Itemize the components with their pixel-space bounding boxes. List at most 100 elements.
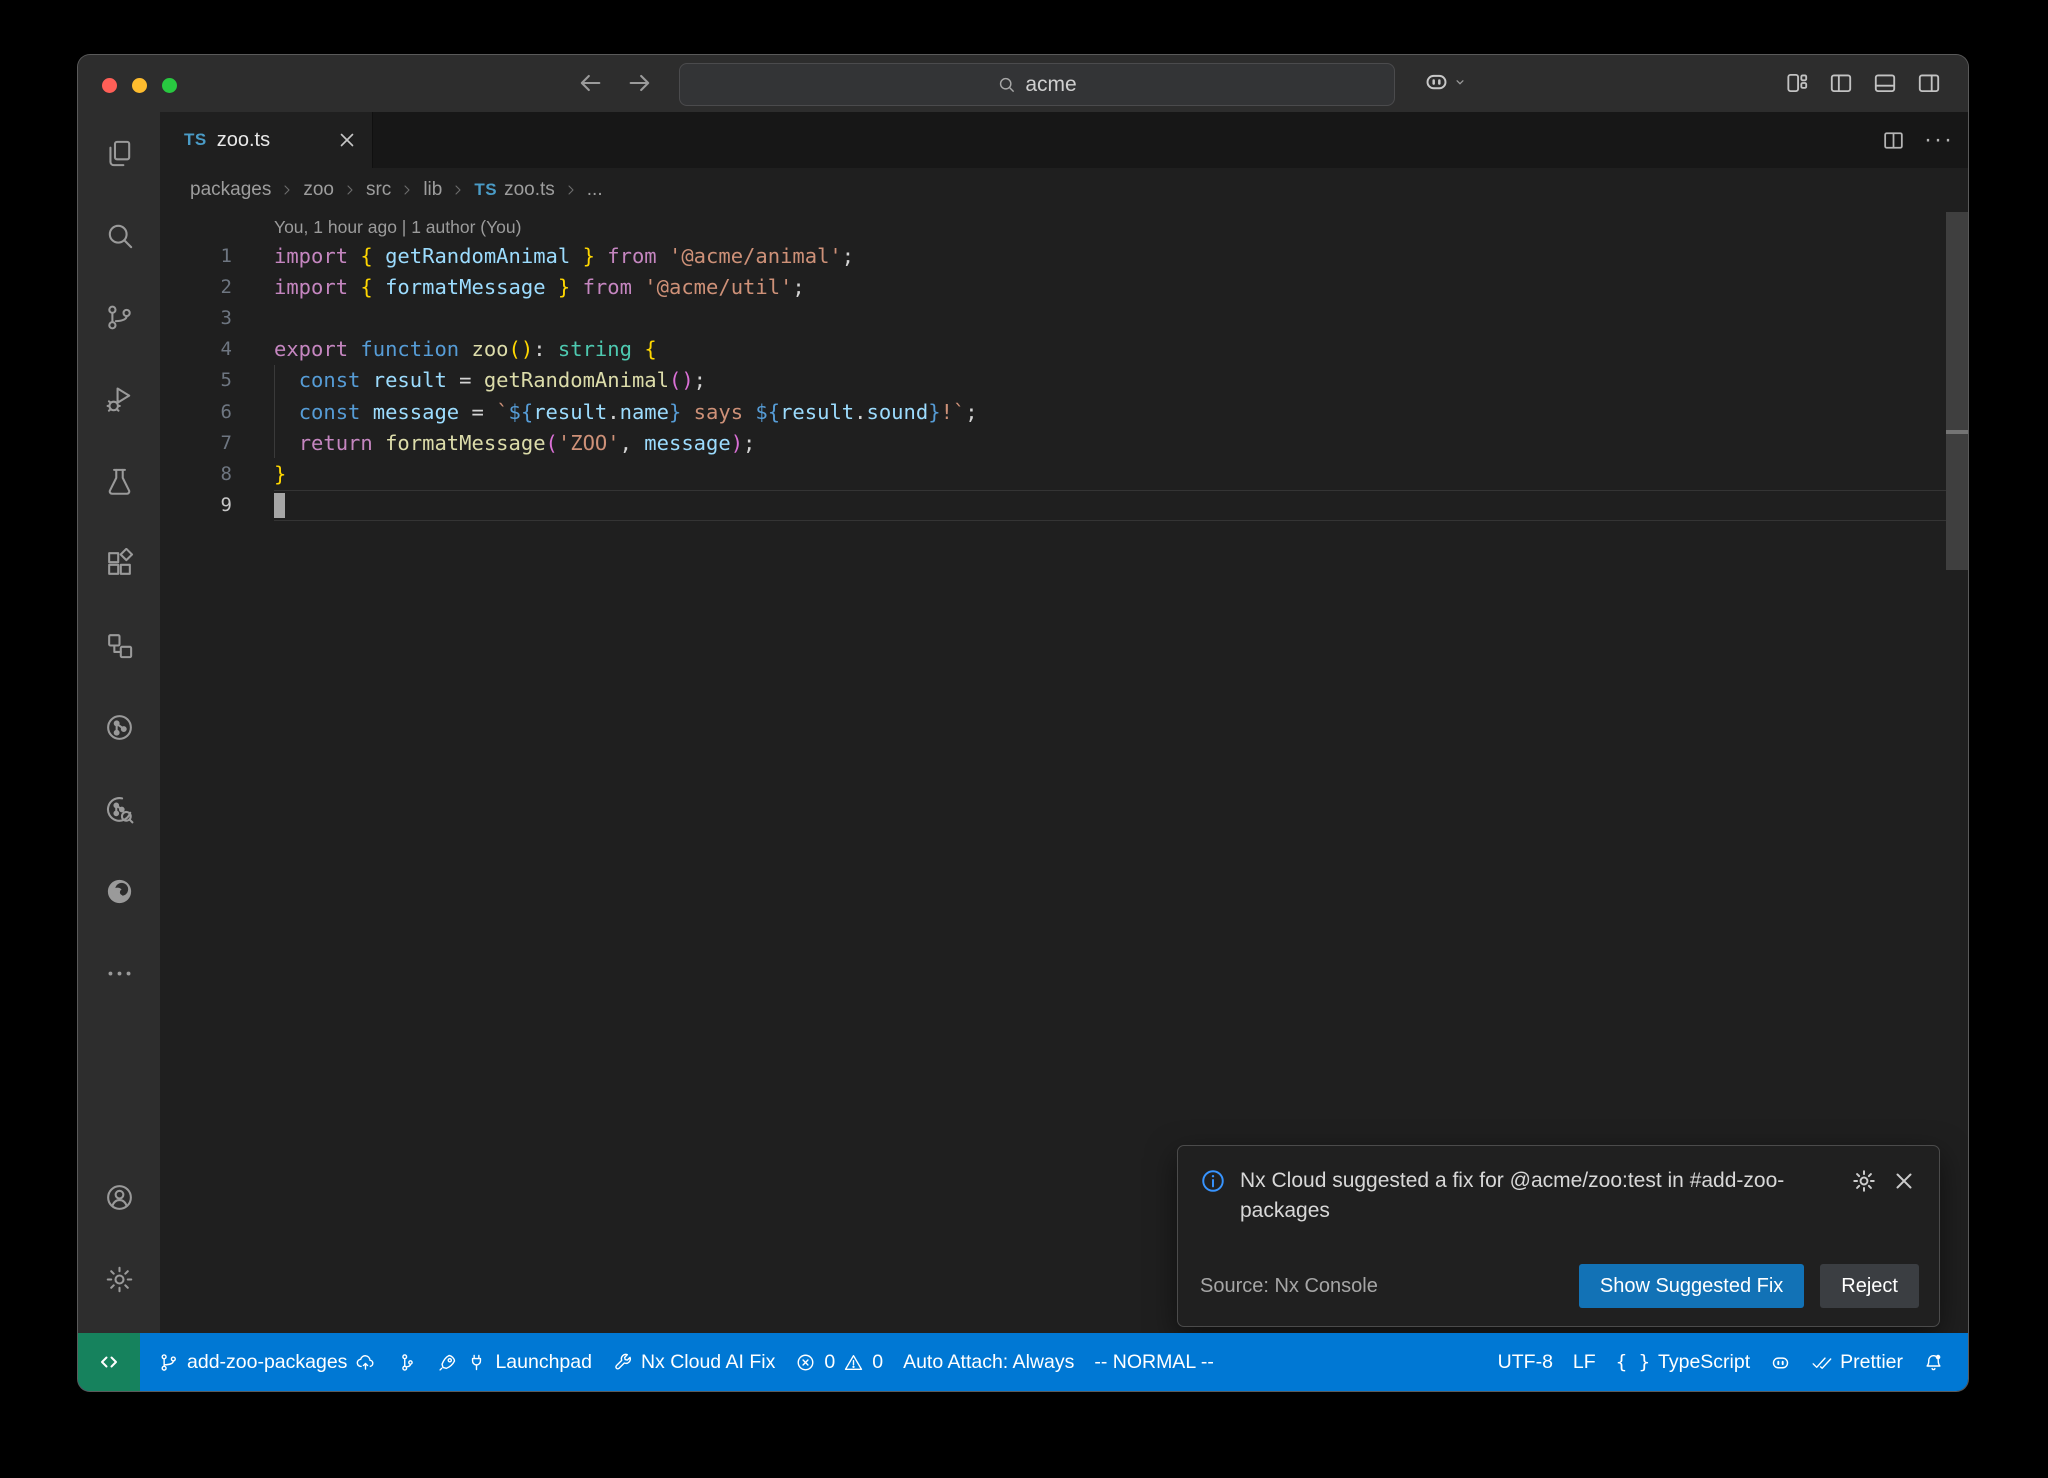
editor-cursor bbox=[274, 493, 285, 518]
macos-minimize-button[interactable] bbox=[132, 78, 147, 93]
activity-nx-cloud[interactable] bbox=[91, 781, 147, 837]
chevron-down-icon bbox=[1453, 75, 1467, 89]
files-icon bbox=[104, 138, 135, 169]
activity-account[interactable] bbox=[91, 1169, 147, 1225]
more-actions-icon[interactable]: ··· bbox=[1924, 135, 1954, 145]
status-vim-mode-label: -- NORMAL -- bbox=[1094, 1351, 1214, 1374]
notification-source: Source: Nx Console bbox=[1200, 1275, 1378, 1298]
activity-source-control[interactable] bbox=[91, 289, 147, 345]
status-problems-label: 0 bbox=[824, 1351, 835, 1374]
breadcrumb: packages zoo src lib TSzoo.ts... bbox=[160, 168, 1968, 212]
status-auto-attach[interactable]: Auto Attach: Always bbox=[893, 1333, 1084, 1391]
macos-close-button[interactable] bbox=[102, 78, 117, 93]
nx-console-icon bbox=[104, 712, 135, 743]
line-number: 6 bbox=[160, 401, 232, 423]
status-language[interactable]: { } TypeScript bbox=[1606, 1333, 1760, 1391]
braces-icon: { } bbox=[1616, 1351, 1650, 1373]
status-language-label: TypeScript bbox=[1658, 1351, 1750, 1374]
code-line[interactable]: 7 return formatMessage('ZOO', message); bbox=[160, 427, 1968, 458]
activity-edge-tools[interactable] bbox=[91, 863, 147, 919]
notification-settings-gear-icon[interactable] bbox=[1851, 1168, 1877, 1194]
split-editor-icon[interactable] bbox=[1881, 128, 1906, 153]
testing-icon bbox=[104, 466, 135, 497]
vscode-window: acme bbox=[78, 55, 1968, 1391]
tab-label: zoo.ts bbox=[217, 129, 270, 152]
command-center-search[interactable]: acme bbox=[679, 63, 1395, 106]
status-eol-label: LF bbox=[1573, 1351, 1596, 1374]
forward-arrow-icon[interactable] bbox=[626, 69, 654, 97]
status-branch-label: add-zoo-packages bbox=[187, 1351, 347, 1374]
activity-run-debug[interactable] bbox=[91, 371, 147, 427]
notification-message: Nx Cloud suggested a fix for @acme/zoo:t… bbox=[1240, 1166, 1837, 1226]
warning-icon bbox=[843, 1352, 864, 1373]
status-notifications[interactable] bbox=[1913, 1333, 1954, 1391]
chevron-right-icon bbox=[450, 182, 466, 198]
status-encoding-label: UTF-8 bbox=[1498, 1351, 1553, 1374]
status-bar: add-zoo-packages Launchpad Nx Cloud AI Fix… bbox=[78, 1333, 1968, 1391]
back-arrow-icon[interactable] bbox=[576, 69, 604, 97]
copilot-menu-button[interactable] bbox=[1423, 68, 1467, 95]
account-icon bbox=[104, 1182, 135, 1213]
activity-files[interactable] bbox=[91, 125, 147, 181]
tab-bar: TS zoo.ts ··· bbox=[160, 112, 1968, 168]
status-eol[interactable]: LF bbox=[1563, 1333, 1606, 1391]
status-launchpad[interactable]: Launchpad bbox=[427, 1333, 602, 1391]
scrollbar-thumb[interactable] bbox=[1946, 212, 1968, 570]
remote-indicator[interactable] bbox=[78, 1333, 140, 1391]
breadcrumb-item[interactable]: ... bbox=[587, 179, 603, 201]
activity-testing[interactable] bbox=[91, 453, 147, 509]
macos-zoom-button[interactable] bbox=[162, 78, 177, 93]
search-value: acme bbox=[1025, 73, 1076, 97]
code-line[interactable]: 9 bbox=[160, 490, 1968, 521]
copilot-icon bbox=[1423, 68, 1450, 95]
typescript-file-icon: TS bbox=[184, 130, 207, 150]
scrollbar-cursor-decoration bbox=[1946, 430, 1968, 434]
activity-settings-gear[interactable] bbox=[91, 1251, 147, 1307]
reject-button[interactable]: Reject bbox=[1820, 1264, 1919, 1308]
activity-nx-console[interactable] bbox=[91, 699, 147, 755]
rocket-icon bbox=[437, 1352, 458, 1373]
chevron-right-icon bbox=[342, 182, 358, 198]
status-launchpad-label: Launchpad bbox=[495, 1351, 592, 1374]
status-vim-mode[interactable]: -- NORMAL -- bbox=[1084, 1333, 1224, 1391]
customize-layout-icon[interactable] bbox=[1784, 70, 1810, 96]
status-formatter[interactable]: Prettier bbox=[1801, 1333, 1913, 1391]
breadcrumb-item[interactable]: TSzoo.ts bbox=[474, 179, 554, 201]
line-number: 1 bbox=[160, 245, 232, 267]
line-number: 4 bbox=[160, 338, 232, 360]
code-line[interactable]: 4export function zoo(): string { bbox=[160, 334, 1968, 365]
breadcrumb-item[interactable]: lib bbox=[423, 179, 442, 201]
toggle-panel-icon[interactable] bbox=[1872, 70, 1898, 96]
status-copilot[interactable] bbox=[1760, 1333, 1801, 1391]
breadcrumb-item[interactable]: src bbox=[366, 179, 391, 201]
code-line[interactable]: 3 bbox=[160, 302, 1968, 333]
code-line[interactable]: 2import { formatMessage } from '@acme/ut… bbox=[160, 271, 1968, 302]
toggle-primary-sidebar-icon[interactable] bbox=[1828, 70, 1854, 96]
breadcrumb-item[interactable]: packages bbox=[190, 179, 271, 201]
git-branch-icon bbox=[158, 1352, 179, 1373]
activity-search[interactable] bbox=[91, 207, 147, 263]
status-auto-attach-label: Auto Attach: Always bbox=[903, 1351, 1074, 1374]
status-encoding[interactable]: UTF-8 bbox=[1488, 1333, 1563, 1391]
info-icon bbox=[1200, 1168, 1226, 1194]
status-commit-graph[interactable] bbox=[386, 1333, 427, 1391]
tab-zoo-ts[interactable]: TS zoo.ts bbox=[160, 112, 373, 168]
breadcrumb-item[interactable]: zoo bbox=[303, 179, 334, 201]
show-suggested-fix-button[interactable]: Show Suggested Fix bbox=[1579, 1264, 1804, 1308]
code-line[interactable]: 5 const result = getRandomAnimal(); bbox=[160, 365, 1968, 396]
status-problems[interactable]: 00 bbox=[785, 1333, 893, 1391]
activity-more[interactable] bbox=[91, 945, 147, 1001]
tab-close-icon[interactable] bbox=[336, 129, 358, 151]
activity-extensions[interactable] bbox=[91, 535, 147, 591]
code-line[interactable]: 6 const message = `${result.name} says $… bbox=[160, 396, 1968, 427]
notification-close-icon[interactable] bbox=[1891, 1168, 1917, 1194]
status-nx-cloud-ai-fix[interactable]: Nx Cloud AI Fix bbox=[602, 1333, 785, 1391]
gitlens-blame-annotation: You, 1 hour ago | 1 author (You) bbox=[160, 214, 1968, 240]
line-number: 5 bbox=[160, 369, 232, 391]
activity-hierarchy[interactable] bbox=[91, 617, 147, 673]
line-number: 2 bbox=[160, 276, 232, 298]
code-line[interactable]: 1import { getRandomAnimal } from '@acme/… bbox=[160, 240, 1968, 271]
toggle-secondary-sidebar-icon[interactable] bbox=[1916, 70, 1942, 96]
status-branch[interactable]: add-zoo-packages bbox=[148, 1333, 386, 1391]
code-line[interactable]: 8} bbox=[160, 458, 1968, 489]
